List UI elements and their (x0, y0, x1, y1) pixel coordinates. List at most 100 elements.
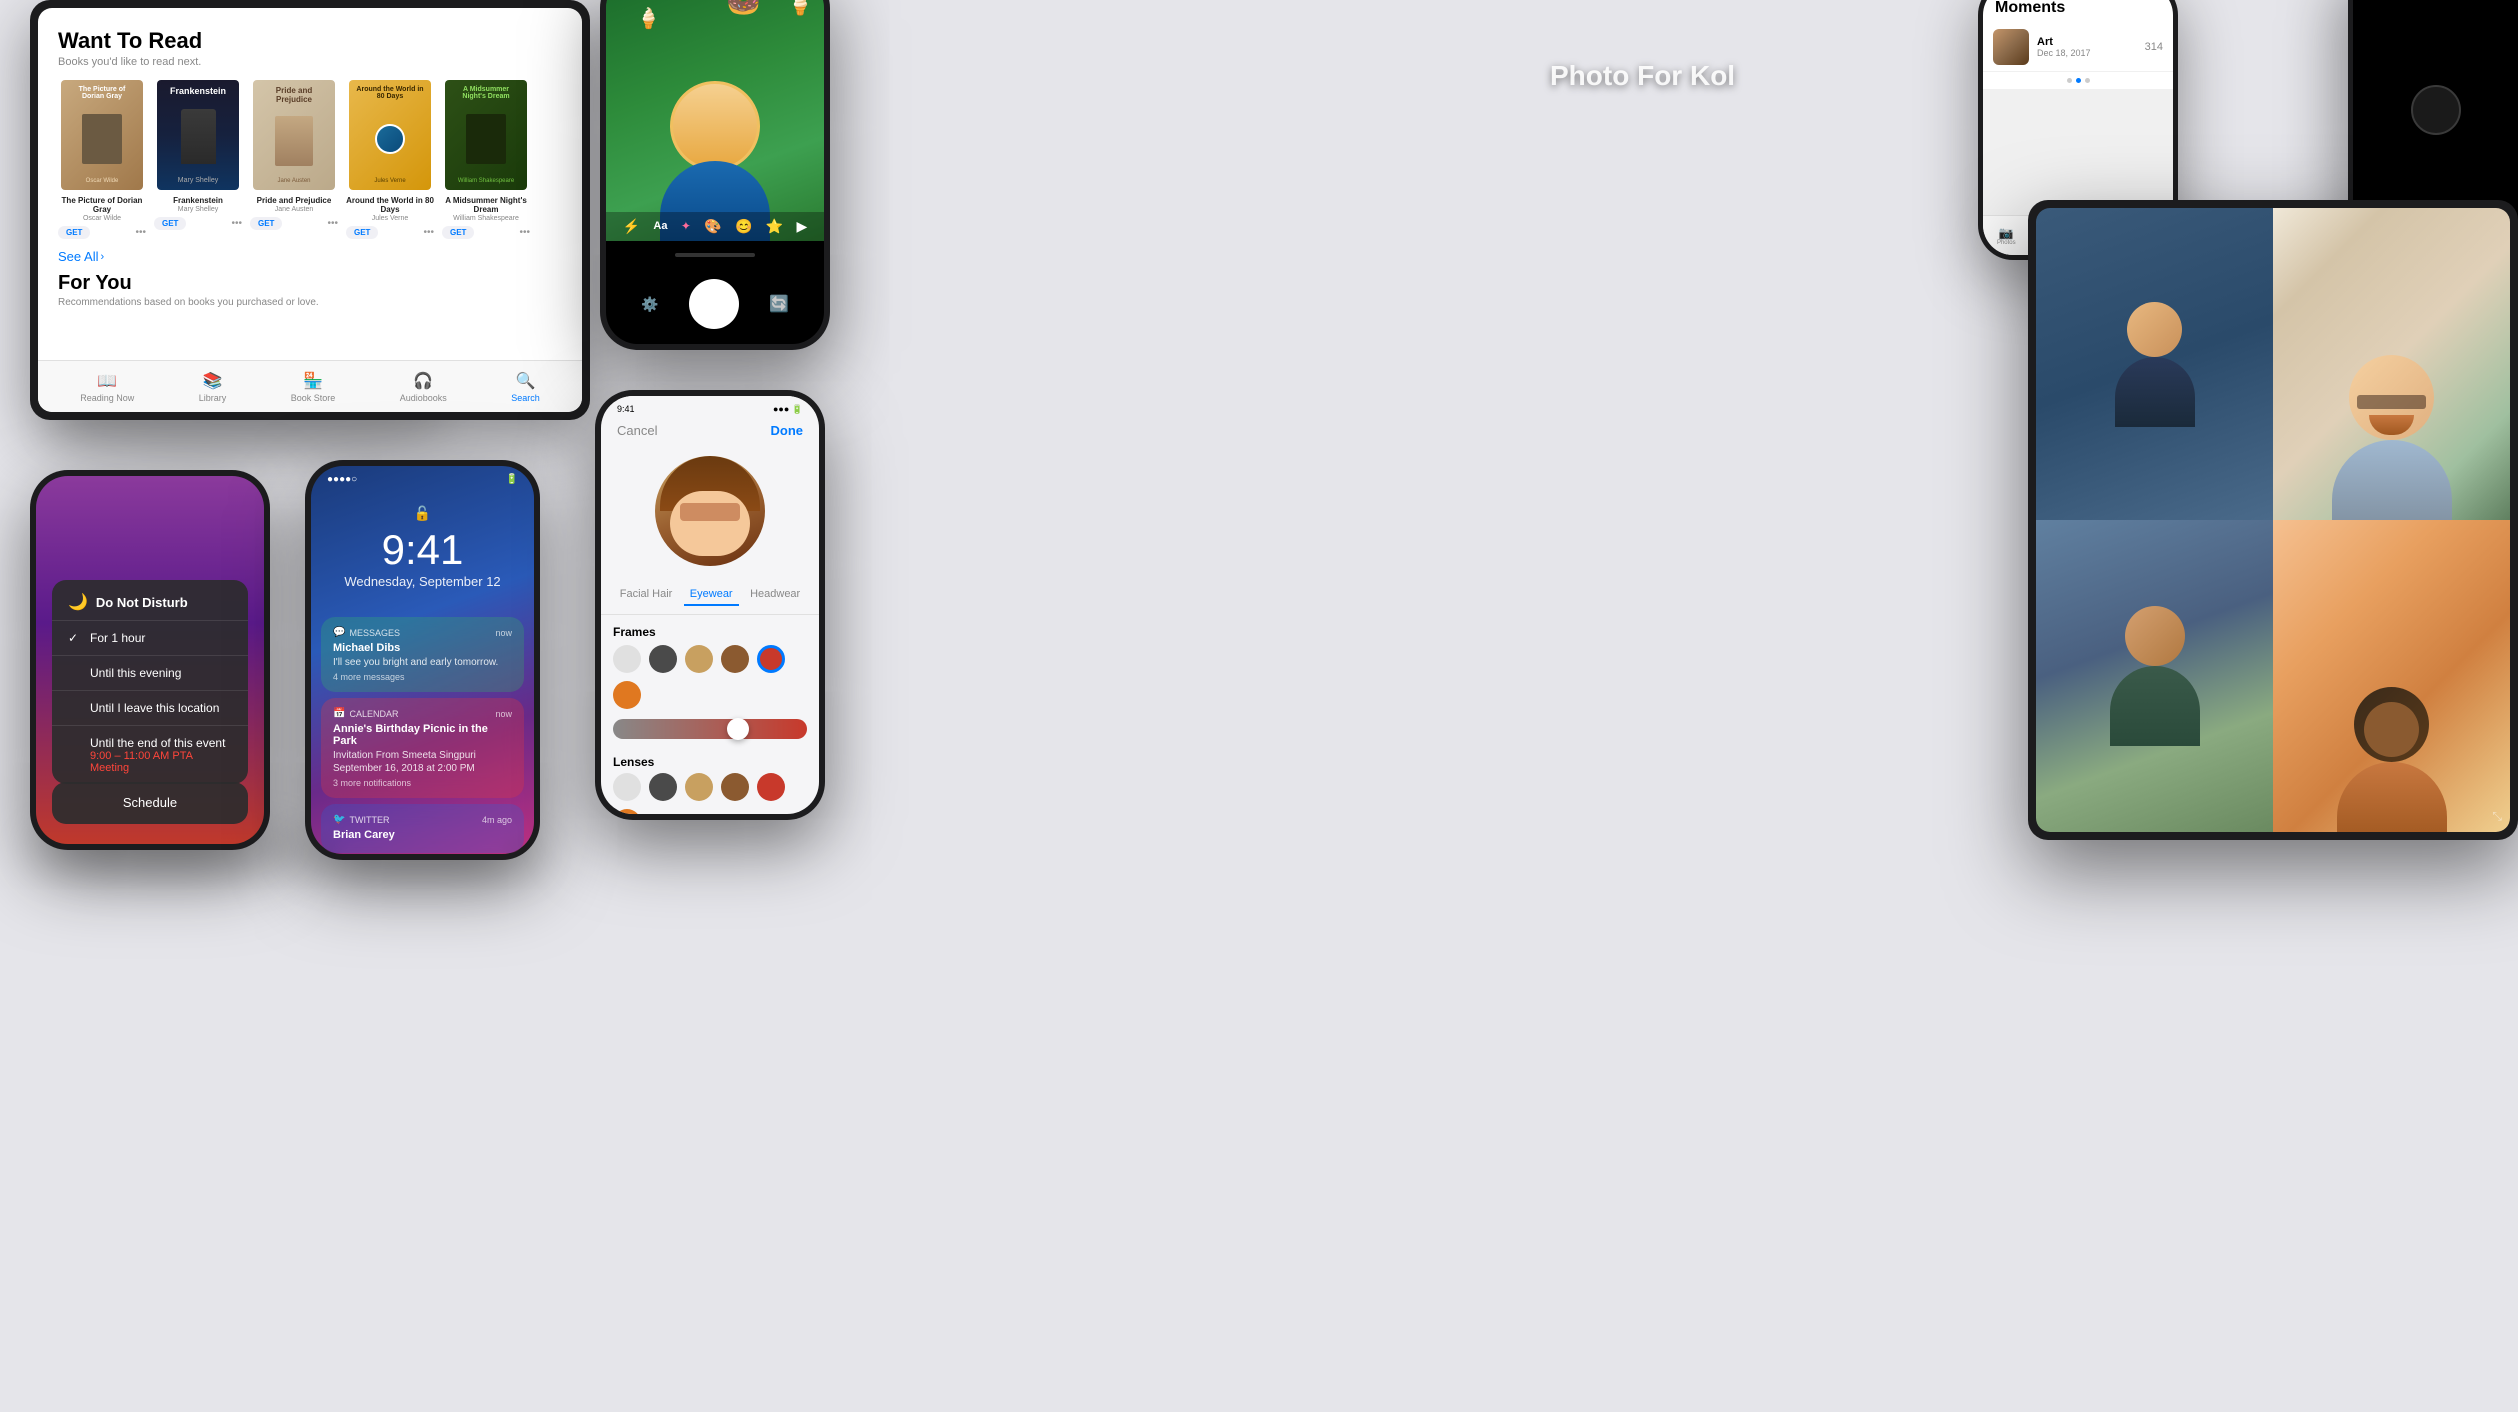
tab-book-store[interactable]: 🏪 Book Store (291, 371, 336, 403)
book-cover-pride: Pride and Prejudice Jane Austen (253, 80, 335, 190)
swatch-white[interactable] (613, 645, 641, 673)
swatch-orange[interactable] (613, 681, 641, 709)
notification-twitter[interactable]: 🐦 TWITTER 4m ago Brian Carey (321, 804, 524, 853)
get-button-pride[interactable]: GET (250, 217, 282, 230)
tab-search[interactable]: 🔍 Search (511, 371, 540, 403)
status-bar: ●●●●○ 🔋 (311, 466, 534, 485)
smile-detail (2369, 415, 2414, 435)
book-frankenstein[interactable]: Frankenstein Mary Shelley Frankenstein M… (154, 80, 242, 239)
twitter-app-icon: 🐦 (333, 814, 345, 825)
flip-camera-icon[interactable]: 🔄 (769, 294, 789, 314)
more-icon[interactable]: ▶ (797, 218, 808, 235)
memoji-header: Cancel Done (601, 415, 819, 446)
book-cover-dorian: The Picture of Dorian Gray Oscar Wilde (61, 80, 143, 190)
dnd-option-location[interactable]: Until I leave this location (52, 690, 248, 725)
dnd-screen: 🌙 Do Not Disturb ✓ For 1 hour Until this… (36, 476, 264, 844)
moon-icon: 🌙 (68, 592, 88, 612)
tab-eyewear[interactable]: Eyewear (684, 584, 739, 606)
album-row-art[interactable]: Art Dec 18, 2017 314 (1983, 23, 2173, 72)
flash-icon[interactable]: ⚡ (623, 218, 640, 235)
book-pride-prejudice[interactable]: Pride and Prejudice Jane Austen Pride an… (250, 80, 338, 239)
lock-icon: 🔓 (311, 505, 534, 522)
dnd-option-evening[interactable]: Until this evening (52, 655, 248, 690)
photos-icon: 📷 (1999, 226, 2014, 240)
album-name: Art (2037, 36, 2145, 48)
settings-icon[interactable]: ⚙️ (641, 296, 658, 313)
lenses-swatch-brown[interactable] (721, 773, 749, 801)
donut-emoji: 🍩 (726, 0, 761, 19)
color-slider[interactable] (613, 719, 807, 739)
swatch-gold[interactable] (685, 645, 713, 673)
tab-headwear[interactable]: Headwear (744, 584, 806, 606)
effect1-icon[interactable]: ✦ (681, 219, 691, 233)
dnd-option-hour[interactable]: ✓ For 1 hour (52, 620, 248, 655)
swatch-dark[interactable] (649, 645, 677, 673)
books-shelf: The Picture of Dorian Gray Oscar Wilde T… (58, 80, 562, 239)
iphone-lock-device: ●●●●○ 🔋 🔓 9:41 Wednesday, September 12 💬… (305, 460, 540, 860)
subject-face (670, 81, 760, 171)
lenses-swatch-gold[interactable] (685, 773, 713, 801)
tab-reading-now[interactable]: 📖 Reading Now (80, 371, 134, 403)
dnd-title: Do Not Disturb (96, 595, 188, 610)
tab-photos[interactable]: 📷 Photos (1997, 226, 2016, 246)
battery-icon: 🔋 (506, 474, 518, 485)
lenses-swatch-white[interactable] (613, 773, 641, 801)
get-button-around[interactable]: GET (346, 226, 378, 239)
slider-thumb[interactable] (727, 718, 749, 740)
lenses-swatch-dark[interactable] (649, 773, 677, 801)
notification-calendar[interactable]: 📅 CALENDAR now Annie's Birthday Picnic i… (321, 698, 524, 798)
tab-library[interactable]: 📚 Library (199, 371, 227, 403)
swatch-red[interactable] (757, 645, 785, 673)
get-button-midsummer[interactable]: GET (442, 226, 474, 239)
schedule-button[interactable]: Schedule (52, 782, 248, 824)
library-icon: 📚 (203, 371, 223, 391)
book-dorian-gray[interactable]: The Picture of Dorian Gray Oscar Wilde T… (58, 80, 146, 239)
facetime-participant-2 (2273, 208, 2510, 520)
books-tab-bar: 📖 Reading Now 📚 Library 🏪 Book Store 🎧 A… (38, 360, 582, 412)
dnd-option-event[interactable]: Until the end of this event 9:00 – 11:00… (52, 725, 248, 784)
text-icon[interactable]: Aa (653, 220, 667, 232)
lenses-color-swatches (601, 773, 819, 814)
see-all-button[interactable]: See All › (58, 249, 562, 264)
sticker-icon[interactable]: ⭐ (766, 218, 783, 235)
glasses-detail (2357, 395, 2426, 409)
done-button[interactable]: Done (771, 423, 804, 438)
lenses-swatch-red[interactable] (757, 773, 785, 801)
book-midsummer[interactable]: A Midsummer Night's Dream William Shakes… (442, 80, 530, 239)
shutter-button[interactable] (689, 279, 739, 329)
get-button-dorian[interactable]: GET (58, 226, 90, 239)
book-around-world[interactable]: Around the World in 80 Days Jules Verne … (346, 80, 434, 239)
lenses-label: Lenses (601, 749, 819, 773)
tab-facial-hair[interactable]: Facial Hair (614, 584, 679, 606)
camera-toolbar: ⚡ Aa ✦ 🎨 😊 ⭐ ▶ (606, 212, 824, 241)
lenses-swatch-orange[interactable] (613, 809, 641, 814)
more-button-pride[interactable]: ••• (327, 218, 338, 229)
more-button-frankenstein[interactable]: ••• (231, 218, 242, 229)
for-you-title: For You (58, 272, 562, 295)
notification-messages[interactable]: 💬 MESSAGES now Michael Dibs I'll see you… (321, 617, 524, 692)
swatch-brown[interactable] (721, 645, 749, 673)
filter-icon[interactable]: 🎨 (704, 218, 721, 235)
checkmark-icon: ✓ (68, 631, 82, 645)
more-button-around[interactable]: ••• (423, 227, 434, 238)
more-button-midsummer[interactable]: ••• (519, 227, 530, 238)
iphone-camera-device: 🍩 🍦 🍦 ⚡ Aa ✦ 🎨 😊 ⭐ ▶ ⚙️ 🔄 (600, 0, 830, 350)
home-button[interactable] (2411, 85, 2461, 135)
memoji-avatar (655, 456, 765, 566)
emoji-icon[interactable]: 😊 (735, 218, 752, 235)
facetime-app-screen: ⤡ (2036, 208, 2510, 832)
facetime-participants-grid (2036, 208, 2510, 832)
memoji-customization-tabs: Facial Hair Eyewear Headwear (601, 576, 819, 615)
get-button-frankenstein[interactable]: GET (154, 217, 186, 230)
more-button-dorian[interactable]: ••• (135, 227, 146, 238)
messages-app-icon: 💬 (333, 627, 345, 638)
home-indicator-area (606, 241, 824, 269)
lock-date: Wednesday, September 12 (311, 574, 534, 589)
cancel-button[interactable]: Cancel (617, 423, 657, 438)
for-you-subtitle: Recommendations based on books you purch… (58, 297, 562, 308)
memoji-time: 9:41 (617, 404, 635, 415)
expand-icon[interactable]: ⤡ (2492, 809, 2502, 824)
want-to-read-title: Want To Read (58, 28, 562, 54)
tab-audiobooks[interactable]: 🎧 Audiobooks (400, 371, 447, 403)
iphone-memoji-device: 9:41 ●●● 🔋 Cancel Done Facial Hair Eyewe… (595, 390, 825, 820)
